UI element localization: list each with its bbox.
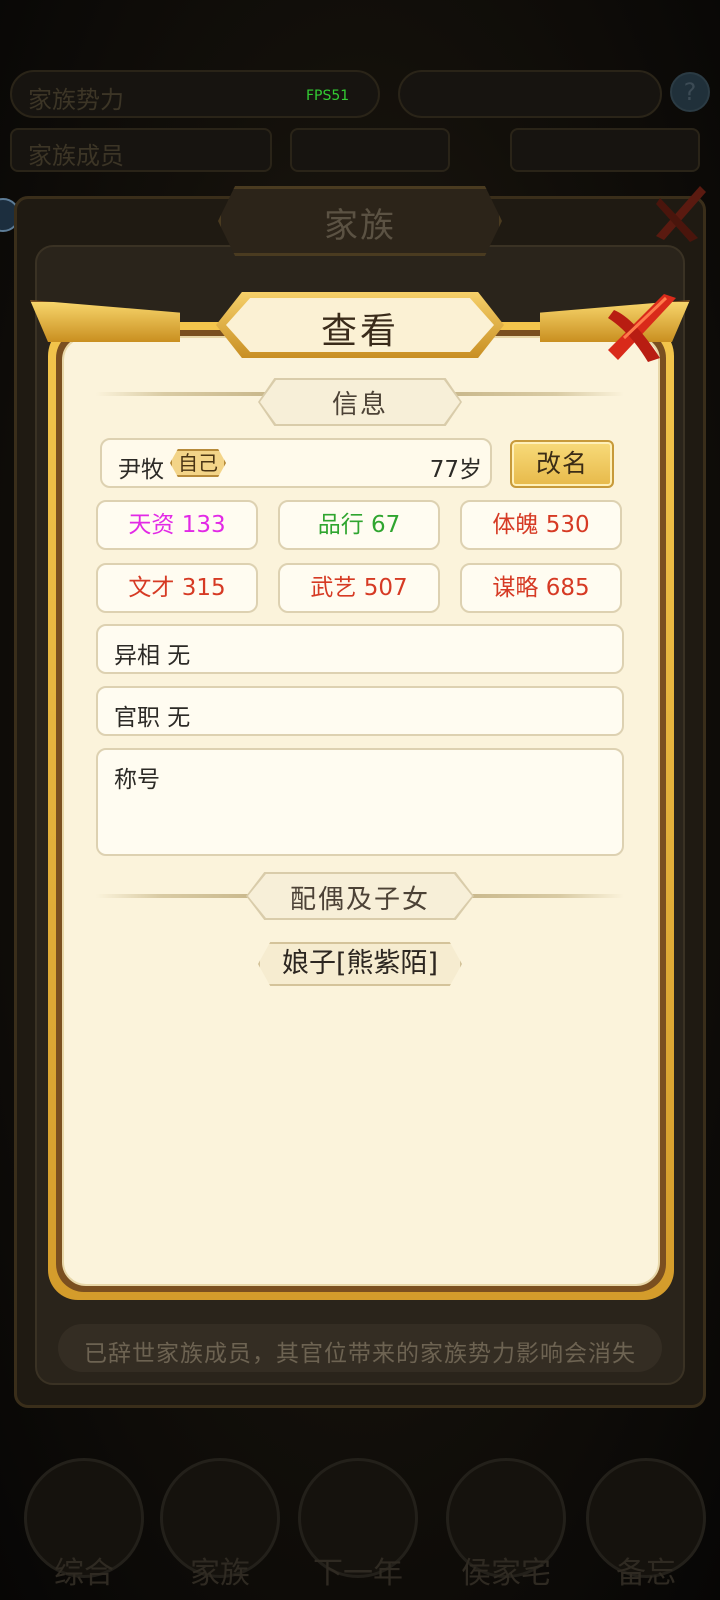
info-divider-left xyxy=(96,392,266,396)
family-section-title: 配偶及子女 xyxy=(289,885,430,915)
self-tag: 自己 xyxy=(170,449,226,477)
family-panel-title: 家族 xyxy=(324,206,396,246)
member-age: 77岁 xyxy=(429,457,482,483)
dialog-title: 查看 xyxy=(320,311,399,352)
hud-stat-bar xyxy=(290,128,450,172)
nav-residence-label: 侯家宅 xyxy=(461,1556,551,1591)
rename-button[interactable]: 改名 xyxy=(510,440,614,488)
stat-talent: 天资 133 xyxy=(96,500,258,550)
stat-physique: 体魄 530 xyxy=(460,500,622,550)
family-divider-left xyxy=(96,894,256,898)
hud-power-label: 家族势力 xyxy=(28,86,124,114)
stat-morality: 品行 67 xyxy=(278,500,440,550)
stat-martial: 武艺 507 xyxy=(278,563,440,613)
spouse-tag[interactable]: 娘子[熊紫陌] xyxy=(258,942,462,986)
help-icon[interactable]: ? xyxy=(670,72,710,112)
info-divider-right xyxy=(454,392,624,396)
nav-memo-label: 备忘 xyxy=(616,1556,676,1591)
member-name: 尹牧 xyxy=(118,457,164,483)
nav-next-year-label: 下一年 xyxy=(313,1556,403,1591)
stat-strategy: 谋略 685 xyxy=(460,563,622,613)
hud-resource-bar xyxy=(398,70,662,118)
hud-gold-bar xyxy=(510,128,700,172)
family-divider-right xyxy=(464,894,624,898)
trait-text: 异相 无 xyxy=(114,643,191,669)
fps-counter: FPS51 xyxy=(306,88,350,104)
hud-member-label: 家族成员 xyxy=(28,142,124,170)
notice-text: 已辞世家族成员，其官位带来的家族势力影响会消失 xyxy=(84,1341,636,1367)
close-x-icon[interactable] xyxy=(604,288,680,368)
family-close-icon[interactable] xyxy=(650,178,710,248)
official-post-text: 官职 无 xyxy=(114,705,191,731)
nav-family-label: 家族 xyxy=(190,1556,250,1591)
title-field-label: 称号 xyxy=(114,767,160,793)
stat-literacy: 文才 315 xyxy=(96,563,258,613)
info-section-title: 信息 xyxy=(331,390,388,420)
hud-member-bar: 家族成员 xyxy=(10,128,272,172)
title-field xyxy=(96,748,624,856)
nav-overview-label: 综合 xyxy=(54,1556,114,1591)
